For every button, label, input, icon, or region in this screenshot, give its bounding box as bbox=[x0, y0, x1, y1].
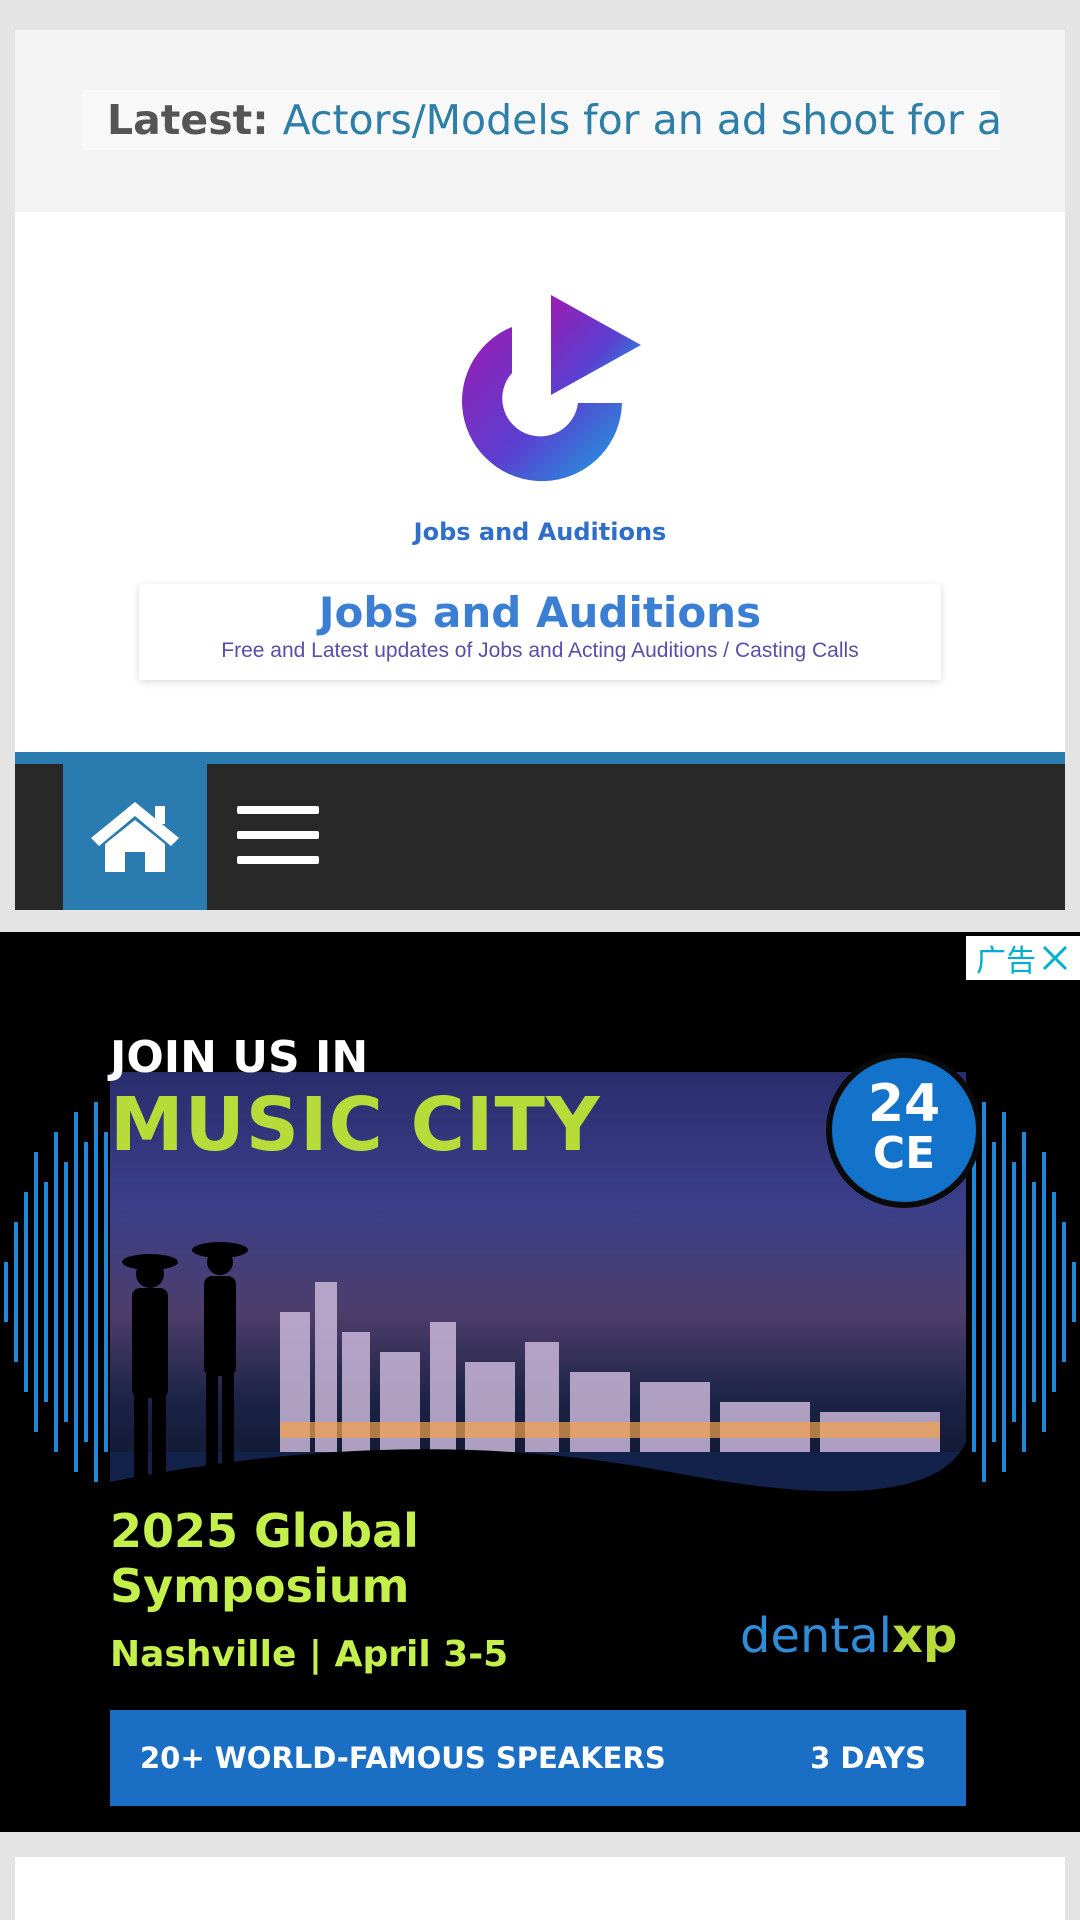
ad-choices-flag[interactable]: 广告 bbox=[966, 936, 1080, 980]
home-button[interactable] bbox=[63, 764, 207, 910]
ad-days-text: 3 DAYS bbox=[810, 1741, 926, 1775]
ticker-label: Latest: bbox=[107, 96, 269, 144]
latest-ticker: Latest: Actors/Models for an ad shoot fo… bbox=[82, 90, 1000, 150]
advertiser-logo: dentalxp bbox=[740, 1608, 957, 1664]
event-title-line2: Symposium bbox=[110, 1559, 410, 1614]
brand-main-text: dental bbox=[740, 1608, 892, 1664]
nav-accent-stripe bbox=[15, 752, 1065, 764]
ad-headline: MUSIC CITY bbox=[110, 1082, 601, 1168]
hamburger-menu-icon bbox=[237, 806, 319, 814]
content-card bbox=[15, 1857, 1065, 1920]
event-title-line1: 2025 Global bbox=[110, 1504, 419, 1558]
close-icon[interactable] bbox=[1040, 943, 1070, 973]
site-tagline: Free and Latest updates of Jobs and Acti… bbox=[221, 639, 859, 662]
ticker-headline-link[interactable]: Actors/Models for an ad shoot for an bbox=[283, 96, 1000, 144]
site-title[interactable]: Jobs and Auditions bbox=[139, 588, 941, 637]
cowboy-silhouette-image bbox=[122, 1242, 248, 1512]
ad-creative: JOIN US IN MUSIC CITY 24 CE 2025 Global … bbox=[110, 932, 982, 1832]
ad-label[interactable]: 广告 bbox=[976, 936, 1036, 980]
event-location: Nashville | April 3-5 bbox=[110, 1634, 509, 1675]
main-navigation bbox=[15, 764, 1065, 910]
ticker-area: Latest: Actors/Models for an ad shoot fo… bbox=[15, 30, 1065, 212]
site-title-box[interactable]: Jobs and Auditions Free and Latest updat… bbox=[139, 584, 941, 680]
ad-speakers-text: 20+ WORLD-FAMOUS SPEAKERS bbox=[140, 1741, 666, 1775]
ad-join-text: JOIN US IN bbox=[110, 1032, 369, 1083]
site-header: Latest: Actors/Models for an ad shoot fo… bbox=[15, 30, 1065, 910]
ad-footer-bar: 20+ WORLD-FAMOUS SPEAKERS 3 DAYS bbox=[110, 1710, 966, 1806]
site-logo-icon[interactable] bbox=[440, 287, 680, 497]
sound-wave-right-decoration bbox=[972, 1102, 1076, 1482]
logo-caption: Jobs and Auditions bbox=[413, 518, 667, 546]
advertisement-banner[interactable]: JOIN US IN MUSIC CITY 24 CE 2025 Global … bbox=[0, 932, 1080, 1832]
event-title: 2025 Global Symposium bbox=[110, 1504, 419, 1614]
ce-label: CE bbox=[872, 1128, 936, 1179]
site-branding: Jobs and Auditions Jobs and Auditions Fr… bbox=[15, 212, 1065, 772]
ce-badge: 24 CE bbox=[826, 1052, 982, 1208]
brand-accent-text: xp bbox=[892, 1608, 958, 1664]
hamburger-menu-button[interactable] bbox=[237, 806, 319, 864]
home-icon bbox=[91, 802, 179, 872]
sound-wave-left-decoration bbox=[4, 1102, 108, 1482]
ce-number: 24 bbox=[867, 1074, 941, 1134]
